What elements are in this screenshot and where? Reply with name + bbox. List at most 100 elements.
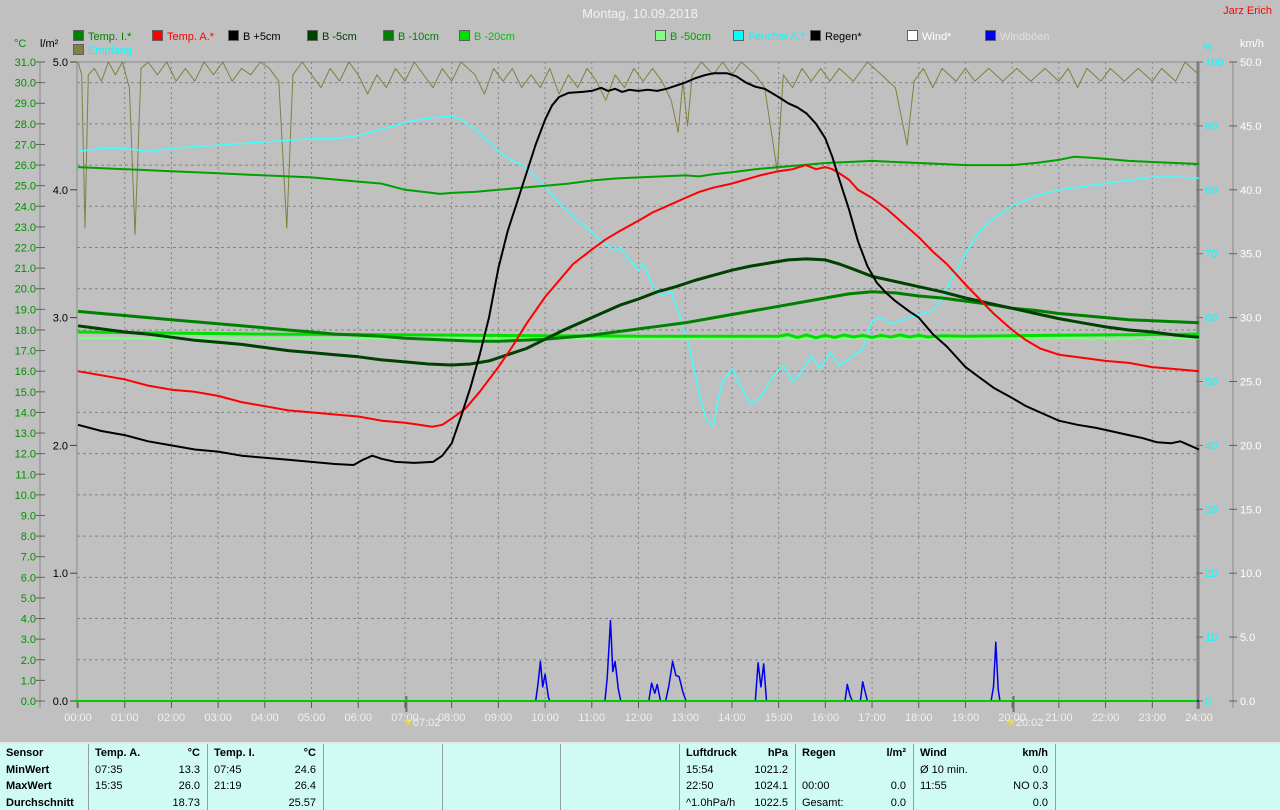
table-row: Gesamt: 0.0: [802, 795, 906, 810]
table-column-empty-4: [560, 744, 680, 810]
humidity-tick-label: 90: [1205, 121, 1217, 133]
cell-value: 0.0: [1032, 796, 1048, 809]
hour-tick-label: 03:00: [204, 712, 232, 724]
humidity-tick-label: 100: [1205, 57, 1223, 69]
windspeed-tick-label: 0.0: [1240, 696, 1255, 708]
celsius-tick-label: 3.0: [21, 634, 36, 646]
table-row: [449, 795, 553, 810]
table-row: [567, 745, 672, 762]
celsius-tick-label: 11.0: [15, 469, 36, 481]
table-row: Luftdruck hPa: [686, 745, 788, 762]
windspeed-tick-label: 50.0: [1240, 57, 1261, 69]
table-row: [449, 745, 553, 762]
hour-tick-label: 18:00: [905, 712, 933, 724]
hour-tick-label: 22:00: [1092, 712, 1120, 724]
hour-tick-label: 02:00: [158, 712, 186, 724]
table-row: Durchschnitt: [6, 795, 80, 810]
celsius-tick-label: 16.0: [15, 366, 36, 378]
hour-tick-label: 23:00: [1139, 712, 1167, 724]
cell-time: Gesamt:: [802, 796, 844, 809]
table-row: [1062, 778, 1273, 795]
table-row: [1062, 795, 1273, 810]
celsius-tick-label: 26.0: [15, 160, 36, 172]
table-row: Sensor: [6, 745, 80, 762]
table-column-empty-8: [1055, 744, 1280, 810]
table-column-luftdruck: Luftdruck hPa 15:54 1021.2 22:50 1024.1 ^1.0hP…: [679, 744, 796, 810]
humidity-tick-label: 20: [1205, 568, 1217, 580]
cell-value: 0.0: [890, 780, 906, 792]
humidity-tick-label: 30: [1205, 504, 1217, 516]
celsius-tick-label: 1.0: [21, 675, 36, 687]
humidity-tick-label: 70: [1205, 249, 1217, 261]
hour-tick-label: 00:00: [64, 712, 92, 724]
sunrise-icon: ☀: [403, 717, 413, 729]
celsius-tick-label: 2.0: [21, 655, 36, 667]
series-b-m5-line: [77, 257, 1200, 367]
sunset-icon: ☀: [1006, 717, 1016, 729]
celsius-tick-label: 19.0: [15, 304, 36, 316]
hour-tick-label: 15:00: [765, 712, 793, 724]
hour-tick-label: 12:00: [625, 712, 653, 724]
table-row-label: MinWert: [6, 763, 50, 776]
column-header: Regen: [802, 747, 836, 759]
rain-tick-label: 1.0: [53, 568, 68, 580]
table-column-regen: Regen l/m² 00:00 0.0 Gesamt: 0.0: [795, 744, 914, 810]
cell-time: 22:50: [686, 780, 714, 792]
hour-tick-label: 19:00: [952, 712, 980, 724]
table-row-label: Sensor: [6, 747, 44, 759]
windspeed-tick-label: 20.0: [1240, 440, 1261, 452]
hour-tick-label: 06:00: [344, 712, 372, 724]
cell-time: 15:54: [686, 763, 714, 776]
table-row: ^1.0hPa/h 1022.5: [686, 795, 788, 810]
column-unit: °C: [187, 747, 200, 759]
celsius-tick-label: 23.0: [15, 222, 36, 234]
table-row: Temp. I. °C: [214, 745, 316, 762]
hour-tick-label: 13:00: [671, 712, 699, 724]
cell-value: 24.6: [294, 763, 316, 776]
celsius-tick-label: 22.0: [15, 243, 36, 255]
hour-tick-label: 14:00: [718, 712, 746, 724]
table-row: [330, 745, 435, 762]
table-row: 25.57: [214, 795, 316, 810]
chart-canvas: 0.0 1.0 2.0 3.0 4.0 5.0 6.0 7.0 8.0 9.0 10.0 11.0 12…: [15, 57, 1262, 724]
cell-time: 15:35: [95, 780, 123, 792]
celsius-tick-label: 25.0: [15, 181, 36, 193]
cell-time: 07:35: [95, 763, 123, 776]
humidity-tick-label: 80: [1205, 185, 1217, 197]
celsius-tick-label: 31.0: [15, 57, 36, 69]
celsius-tick-label: 0.0: [21, 696, 36, 708]
celsius-tick-label: 30.0: [15, 78, 36, 90]
column-unit: km/h: [1022, 747, 1048, 759]
windspeed-tick-label: 10.0: [1240, 568, 1261, 580]
table-row: [330, 778, 435, 795]
table-row: [567, 795, 672, 810]
celsius-tick-label: 7.0: [21, 552, 36, 564]
sunrise-time: 07:02: [412, 717, 441, 729]
cell-time: Ø 10 min.: [920, 763, 968, 776]
table-row: 21:19 26.4: [214, 778, 316, 795]
table-row: 15:35 26.0: [95, 778, 200, 795]
cell-time: 07:45: [214, 763, 242, 776]
hour-tick-label: 04:00: [251, 712, 279, 724]
cell-value: 1024.1: [754, 780, 788, 792]
cell-time: 11:55: [920, 780, 947, 792]
table-column-empty-2: [323, 744, 443, 810]
celsius-tick-label: 6.0: [21, 572, 36, 584]
celsius-tick-label: 12.0: [15, 449, 36, 461]
hour-tick-label: 08:00: [438, 712, 466, 724]
windspeed-tick-label: 25.0: [1240, 377, 1261, 389]
rain-tick-label: 5.0: [53, 57, 68, 69]
series-b-m50-line: [77, 336, 1200, 341]
hour-tick-label: 10:00: [531, 712, 559, 724]
hour-tick-label: 05:00: [298, 712, 326, 724]
humidity-tick-label: 0: [1205, 696, 1211, 708]
celsius-tick-label: 21.0: [15, 263, 36, 275]
statistics-table: Sensor MinWert MaxWert Durchschnitt Temp. A.…: [0, 742, 1280, 810]
cell-value: 0.0: [890, 796, 906, 809]
celsius-tick-label: 28.0: [15, 119, 36, 131]
celsius-tick-label: 20.0: [15, 284, 36, 296]
table-row-label: Durchschnitt: [6, 796, 74, 809]
table-row: [449, 762, 553, 779]
cell-value: 25.57: [288, 796, 316, 809]
column-header: Temp. A.: [95, 747, 141, 759]
